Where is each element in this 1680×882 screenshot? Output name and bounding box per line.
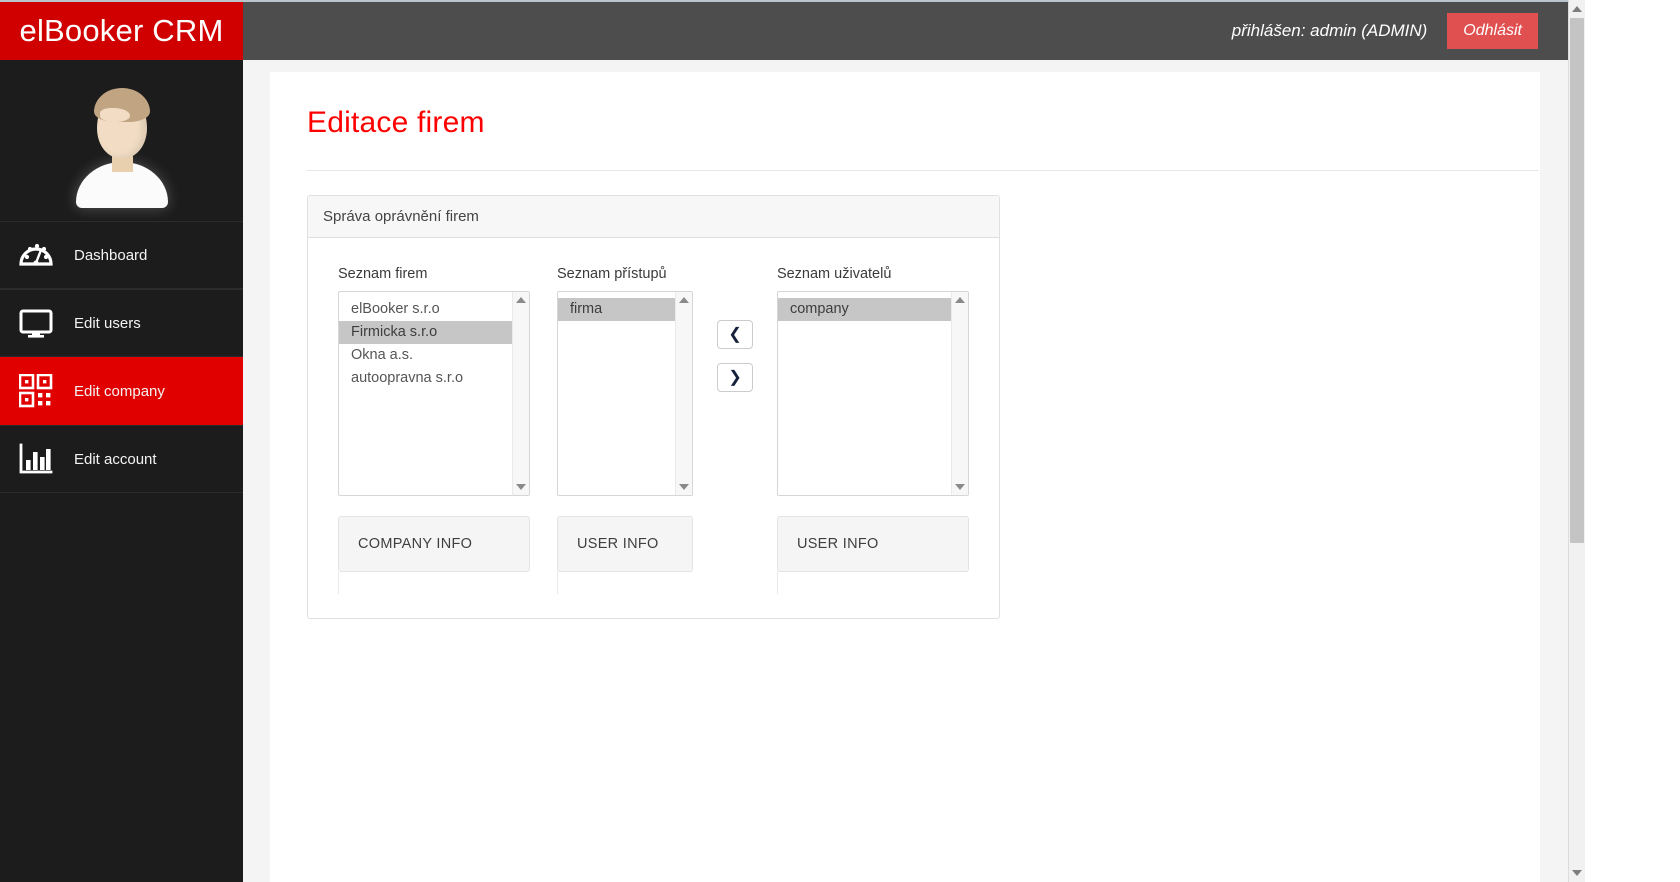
permissions-label: Seznam přístupů: [556, 266, 667, 282]
list-item[interactable]: autoopravna s.r.o: [339, 367, 512, 390]
main-area: Editace firem Správa oprávnění firem Sez…: [243, 60, 1568, 882]
brand-logo[interactable]: elBooker CRM: [0, 0, 243, 60]
list-item[interactable]: elBooker s.r.o: [339, 298, 512, 321]
permissions-listbox[interactable]: firma: [556, 291, 694, 496]
permissions-panel: Správa oprávnění firem Seznam firem elBo…: [307, 195, 1000, 619]
scroll-down-arrow-icon[interactable]: [516, 484, 527, 490]
transfer-buttons: ❮ ❯: [693, 266, 777, 392]
users-info-tail: [776, 572, 969, 594]
page-scroll-thumb[interactable]: [1570, 18, 1584, 543]
users-column: Seznam uživatelů company USER INFO: [776, 266, 970, 594]
sidebar-item-label: Edit account: [74, 450, 157, 468]
app-viewport: elBooker CRM přihlášen: admin (ADMIN) Od…: [0, 0, 1680, 882]
dashboard-gauge-icon: [10, 238, 62, 272]
move-left-button[interactable]: ❮: [717, 320, 754, 349]
sidebar-item-label: Dashboard: [74, 246, 148, 264]
list-item[interactable]: company: [777, 298, 952, 321]
sidebar-item-edit-users[interactable]: Edit users: [0, 289, 243, 357]
monitor-icon: [10, 306, 62, 340]
content-card: Editace firem Správa oprávnění firem Sez…: [270, 72, 1540, 882]
users-label: Seznam uživatelů: [776, 266, 892, 282]
users-user-info-button[interactable]: USER INFO: [776, 516, 970, 572]
sidebar-item-label: Edit users: [74, 314, 141, 332]
avatar: [70, 84, 174, 208]
panel-header: Správa oprávnění firem: [308, 196, 999, 238]
transfer-columns: Seznam firem elBooker s.r.o Firmicka s.r…: [338, 266, 970, 594]
sidebar: Dashboard Edit users Edit company Edit a…: [0, 60, 243, 882]
page-title: Editace firem: [307, 106, 485, 139]
permissions-list-items: firma: [557, 292, 676, 495]
scroll-up-arrow-icon[interactable]: [679, 297, 690, 303]
sidebar-item-label: Edit company: [74, 382, 165, 400]
scroll-up-arrow-icon[interactable]: [516, 297, 527, 303]
permissions-scrollbar[interactable]: [675, 292, 693, 495]
logout-button[interactable]: Odhlásit: [1447, 13, 1538, 49]
top-bar-right: přihlášen: admin (ADMIN) Odhlásit: [243, 0, 1568, 60]
avatar-hair: [93, 87, 150, 122]
list-item[interactable]: Firmicka s.r.o: [339, 321, 513, 344]
companies-label: Seznam firem: [338, 266, 428, 282]
company-info-button[interactable]: COMPANY INFO: [338, 516, 531, 572]
title-divider: [307, 170, 1539, 171]
list-item[interactable]: Okna a.s.: [339, 344, 512, 367]
scroll-down-arrow-icon[interactable]: [679, 484, 690, 490]
users-scrollbar[interactable]: [951, 292, 969, 495]
page-scroll-down-arrow-icon[interactable]: [1572, 870, 1582, 876]
qr-code-icon: [10, 374, 62, 408]
users-listbox[interactable]: company: [776, 291, 970, 496]
companies-listbox[interactable]: elBooker s.r.o Firmicka s.r.o Okna a.s. …: [338, 291, 531, 496]
sidebar-item-edit-account[interactable]: Edit account: [0, 425, 243, 493]
scroll-down-arrow-icon[interactable]: [955, 484, 966, 490]
permissions-user-info-button[interactable]: USER INFO: [556, 516, 694, 572]
top-bar: elBooker CRM přihlášen: admin (ADMIN) Od…: [0, 0, 1568, 60]
companies-list-items: elBooker s.r.o Firmicka s.r.o Okna a.s. …: [339, 292, 513, 495]
sidebar-item-dashboard[interactable]: Dashboard: [0, 221, 243, 289]
scroll-up-arrow-icon[interactable]: [955, 297, 966, 303]
avatar-container: [0, 60, 243, 221]
sidebar-item-edit-company[interactable]: Edit company: [0, 357, 243, 425]
logged-in-user-label: přihlášen: admin (ADMIN): [1231, 21, 1428, 40]
move-right-button[interactable]: ❯: [717, 363, 754, 392]
permissions-info-tail: [556, 572, 693, 594]
page-scrollbar[interactable]: [1568, 0, 1585, 882]
company-info-tail: [338, 572, 530, 594]
companies-scrollbar[interactable]: [512, 292, 530, 495]
users-list-items: company: [777, 292, 952, 495]
page-scroll-up-arrow-icon[interactable]: [1572, 6, 1582, 12]
panel-body: Seznam firem elBooker s.r.o Firmicka s.r…: [308, 238, 999, 618]
companies-column: Seznam firem elBooker s.r.o Firmicka s.r…: [338, 266, 531, 594]
list-item[interactable]: firma: [557, 298, 676, 321]
permissions-column: Seznam přístupů firma USER INFO: [556, 266, 694, 594]
bar-chart-icon: [10, 442, 62, 476]
